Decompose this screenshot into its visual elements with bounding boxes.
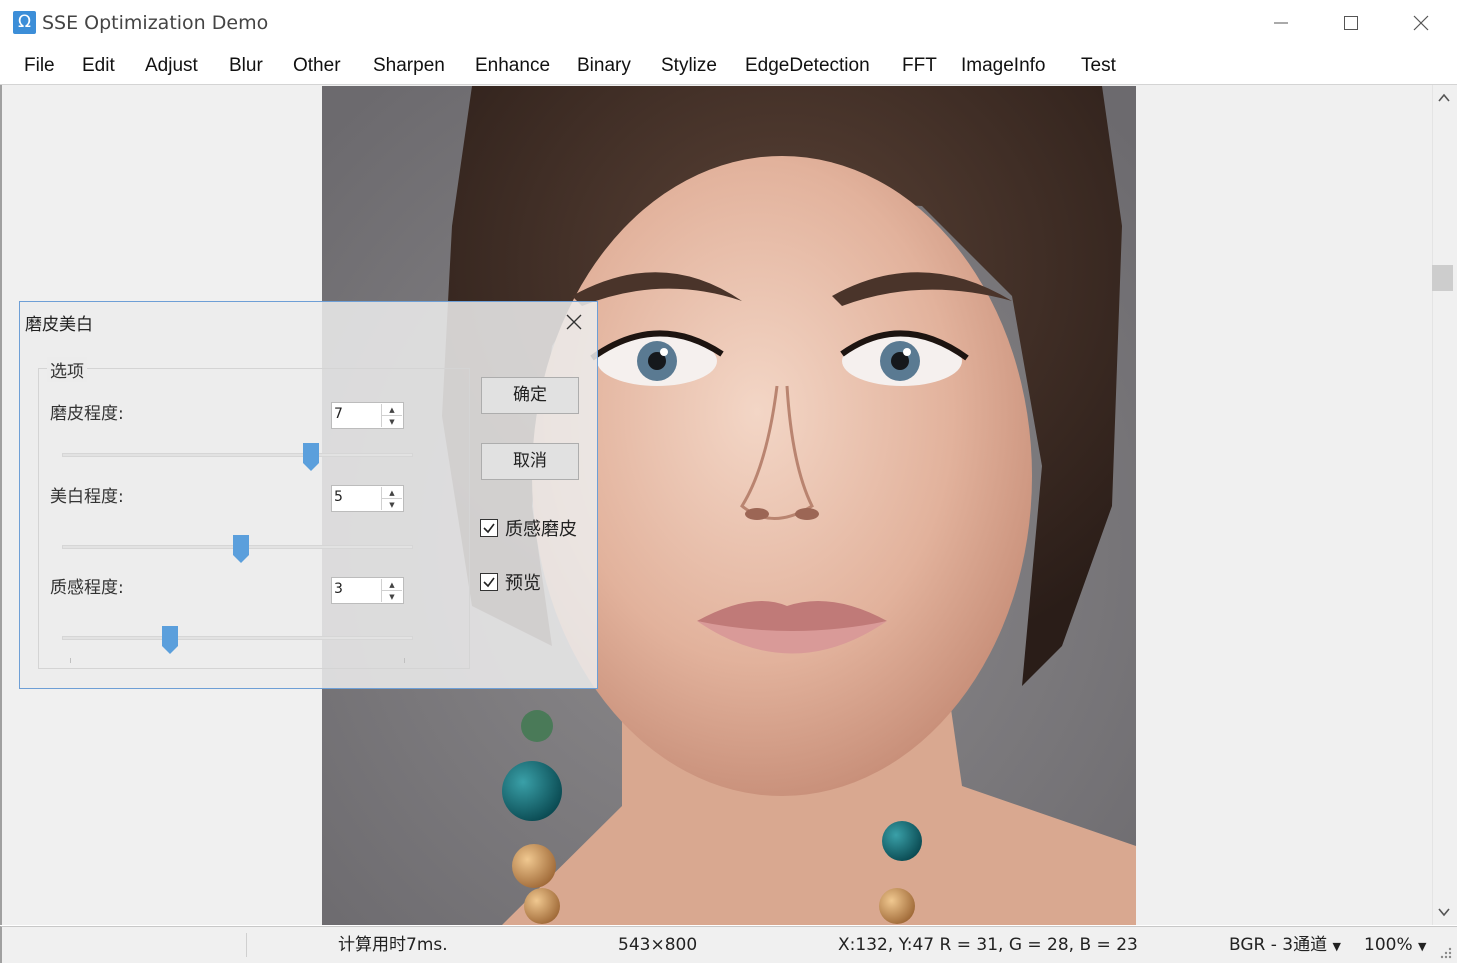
spin-down-icon[interactable]: ▼ bbox=[382, 591, 402, 602]
menu-stylize[interactable]: Stylize bbox=[661, 53, 717, 79]
close-icon bbox=[1413, 15, 1429, 31]
ok-button[interactable]: 确定 bbox=[481, 377, 579, 414]
close-window-button[interactable] bbox=[1386, 0, 1456, 46]
dropdown-arrow-icon: ▼ bbox=[1332, 940, 1341, 953]
texture-level-slider[interactable] bbox=[62, 636, 413, 640]
skin-smoothing-dialog: 磨皮美白 选项 磨皮程度: 7 ▲ ▼ 美白程度: 5 ▲ ▼ 质感程度: 3 ▲ ▼… bbox=[19, 301, 598, 689]
scroll-down-icon[interactable] bbox=[1438, 907, 1450, 917]
zoom-value: 100% bbox=[1364, 935, 1413, 955]
menu-edit[interactable]: Edit bbox=[82, 53, 115, 79]
menu-adjust[interactable]: Adjust bbox=[145, 53, 198, 79]
preview-label: 预览 bbox=[505, 573, 541, 594]
menu-edgedetection[interactable]: EdgeDetection bbox=[745, 53, 870, 79]
minimize-icon bbox=[1274, 22, 1288, 24]
smoothing-level-value: 7 bbox=[334, 406, 343, 422]
spin-up-icon[interactable]: ▲ bbox=[382, 579, 402, 591]
menu-bar: File Edit Adjust Blur Other Sharpen Enha… bbox=[0, 47, 1457, 85]
resize-grip-icon[interactable] bbox=[1438, 945, 1452, 959]
channel-format-dropdown[interactable]: BGR - 3通道 ▼ bbox=[1229, 935, 1341, 957]
menu-enhance[interactable]: Enhance bbox=[475, 53, 550, 79]
scroll-up-icon[interactable] bbox=[1438, 93, 1450, 103]
whitening-slider-thumb[interactable] bbox=[232, 535, 249, 563]
dropdown-arrow-icon: ▼ bbox=[1418, 940, 1427, 953]
menu-binary[interactable]: Binary bbox=[577, 53, 631, 79]
status-divider bbox=[246, 933, 247, 957]
menu-sharpen[interactable]: Sharpen bbox=[373, 53, 445, 79]
cancel-button[interactable]: 取消 bbox=[481, 443, 579, 480]
window-title: SSE Optimization Demo bbox=[42, 12, 269, 34]
whitening-level-spinbox[interactable]: 5 ▲ ▼ bbox=[331, 485, 404, 512]
texture-smoothing-checkbox[interactable] bbox=[480, 519, 498, 537]
menu-test[interactable]: Test bbox=[1081, 53, 1116, 79]
vertical-scrollbar[interactable] bbox=[1432, 85, 1457, 925]
options-group-label: 选项 bbox=[47, 357, 87, 382]
dialog-close-icon[interactable] bbox=[562, 310, 586, 334]
spin-down-icon[interactable]: ▼ bbox=[382, 499, 402, 510]
menu-other[interactable]: Other bbox=[293, 53, 341, 79]
checkmark-icon bbox=[483, 577, 495, 588]
minimize-button[interactable] bbox=[1246, 0, 1316, 46]
spin-up-icon[interactable]: ▲ bbox=[382, 487, 402, 499]
checkmark-icon bbox=[483, 523, 495, 534]
spin-down-icon[interactable]: ▼ bbox=[382, 416, 402, 427]
zoom-dropdown[interactable]: 100% ▼ bbox=[1364, 935, 1426, 957]
smoothing-level-label: 磨皮程度: bbox=[50, 404, 124, 424]
texture-level-value: 3 bbox=[334, 581, 343, 597]
channel-format-value: BGR - 3通道 bbox=[1229, 935, 1328, 955]
menu-fft[interactable]: FFT bbox=[902, 53, 937, 79]
slider-tick bbox=[70, 658, 71, 663]
menu-file[interactable]: File bbox=[24, 53, 55, 79]
scrollbar-thumb[interactable] bbox=[1432, 264, 1453, 291]
preview-checkbox[interactable] bbox=[480, 573, 498, 591]
texture-level-label: 质感程度: bbox=[50, 578, 124, 598]
status-compute-time: 计算用时7ms. bbox=[338, 935, 448, 955]
smoothing-level-spinbox[interactable]: 7 ▲ ▼ bbox=[331, 402, 404, 429]
whitening-level-label: 美白程度: bbox=[50, 487, 124, 507]
menu-blur[interactable]: Blur bbox=[229, 53, 263, 79]
texture-slider-thumb[interactable] bbox=[162, 626, 179, 654]
maximize-icon bbox=[1344, 16, 1358, 30]
status-bar: 计算用时7ms. 543×800 X:132, Y:47 R = 31, G =… bbox=[0, 926, 1457, 963]
texture-level-spinbox[interactable]: 3 ▲ ▼ bbox=[331, 577, 404, 604]
maximize-button[interactable] bbox=[1316, 0, 1386, 46]
texture-smoothing-label: 质感磨皮 bbox=[505, 519, 577, 540]
spin-up-icon[interactable]: ▲ bbox=[382, 404, 402, 416]
dialog-title: 磨皮美白 bbox=[25, 315, 93, 335]
slider-tick bbox=[404, 658, 405, 663]
menu-imageinfo[interactable]: ImageInfo bbox=[961, 53, 1046, 79]
app-icon: Ω bbox=[13, 11, 36, 34]
whitening-level-value: 5 bbox=[334, 489, 343, 505]
smoothing-level-slider[interactable] bbox=[62, 453, 413, 457]
status-pixel-info: X:132, Y:47 R = 31, G = 28, B = 23 bbox=[838, 935, 1138, 955]
smoothing-slider-thumb[interactable] bbox=[302, 443, 319, 471]
status-image-size: 543×800 bbox=[618, 935, 698, 955]
